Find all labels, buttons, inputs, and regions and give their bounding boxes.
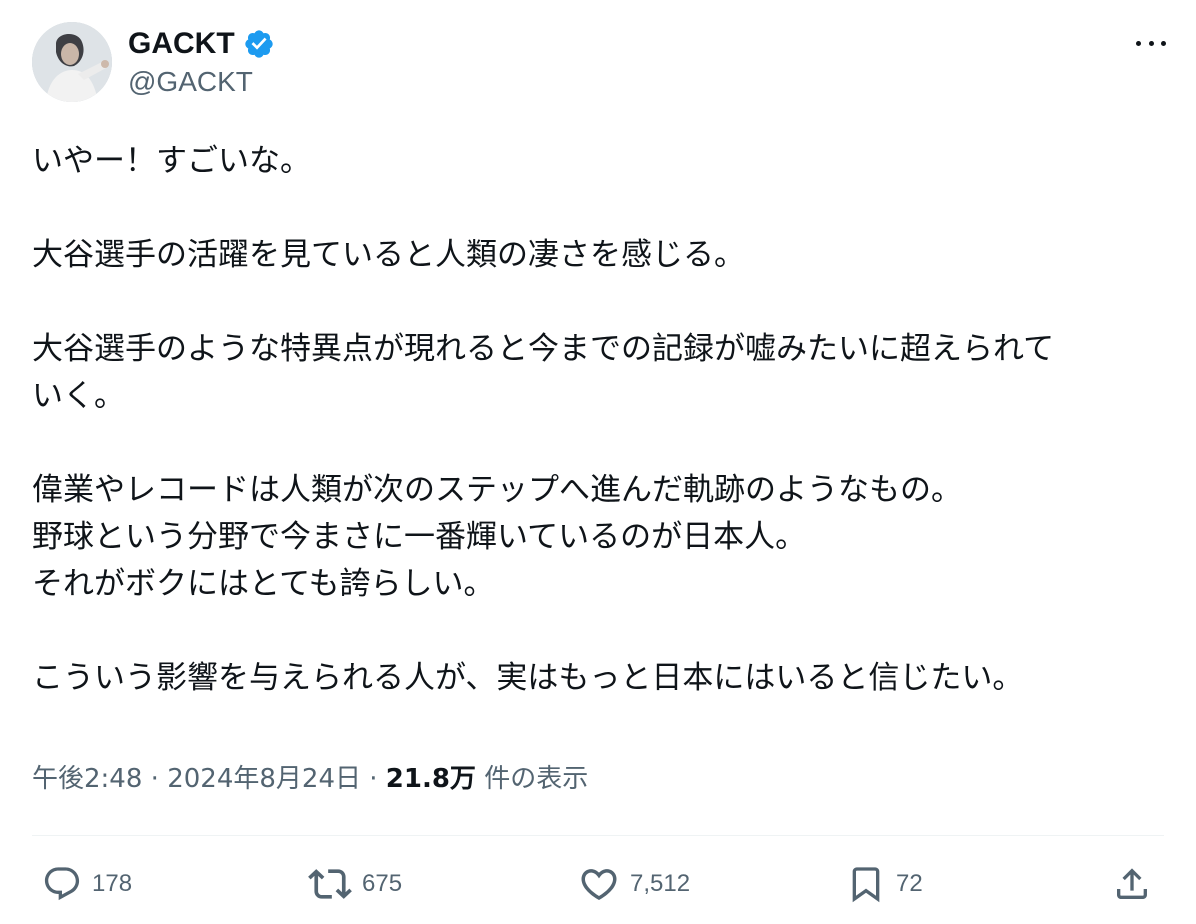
tweet-line: 偉業やレコードは人類が次のステップへ進んだ軌跡のようなもの。 <box>32 472 962 508</box>
heart-icon <box>581 869 617 901</box>
display-name[interactable]: GACKT <box>128 27 235 61</box>
meta-separator: · <box>142 764 168 794</box>
tweet-meta: 午後2:48 · 2024年8月24日 · 21.8万 件の表示 <box>32 758 588 795</box>
repost-count: 675 <box>362 870 403 897</box>
bookmark-button[interactable]: 72 <box>846 856 923 912</box>
action-bar: 178 675 7,512 72 <box>0 856 1196 912</box>
tweet-line: いく。 <box>32 378 125 414</box>
tweet-time[interactable]: 午後2:48 <box>32 764 142 794</box>
divider <box>32 835 1164 836</box>
handle[interactable]: @GACKT <box>128 66 253 98</box>
bookmark-icon <box>852 867 880 903</box>
like-count: 7,512 <box>630 870 691 897</box>
more-icon[interactable] <box>1136 30 1166 56</box>
tweet-date[interactable]: 2024年8月24日 <box>167 764 361 794</box>
verified-badge-icon <box>243 28 275 60</box>
reply-icon <box>44 867 80 901</box>
tweet-line: それがボクにはとても誇らしい。 <box>32 566 495 602</box>
reply-button[interactable]: 178 <box>42 856 132 912</box>
tweet-line-blank <box>32 185 1172 232</box>
tweet-card: GACKT @GACKT いやー！すごいな。 大谷選手の活躍を見ていると人類の凄… <box>0 0 1196 924</box>
tweet-line: 大谷選手の活躍を見ていると人類の凄さを感じる。 <box>32 237 745 273</box>
repost-icon <box>308 869 352 899</box>
bookmark-count: 72 <box>896 870 923 897</box>
views-label: 件の表示 <box>475 764 589 794</box>
name-row: GACKT <box>128 24 275 64</box>
avatar-image <box>32 22 112 102</box>
repost-button[interactable]: 675 <box>308 856 402 912</box>
like-button[interactable]: 7,512 <box>578 856 690 912</box>
views-count[interactable]: 21.8万 <box>386 764 476 794</box>
tweet-line: こういう影響を与えられる人が、実はもっと日本にはいると信じたい。 <box>32 660 1024 696</box>
share-button[interactable] <box>1112 856 1152 912</box>
reply-count: 178 <box>92 870 133 897</box>
share-icon <box>1117 868 1147 899</box>
tweet-line: いやー！すごいな。 <box>32 143 311 179</box>
tweet-line-blank <box>32 420 1172 467</box>
tweet-line: 大谷選手のような特異点が現れると今までの記録が嘘みたいに超えられて <box>32 331 1055 367</box>
tweet-text: いやー！すごいな。 大谷選手の活躍を見ていると人類の凄さを感じる。 大谷選手のよ… <box>32 138 1172 702</box>
tweet-line-blank <box>32 608 1172 655</box>
meta-separator: · <box>360 764 386 794</box>
avatar[interactable] <box>32 22 112 102</box>
tweet-line-blank <box>32 279 1172 326</box>
tweet-line: 野球という分野で今まさに一番輝いているのが日本人。 <box>32 519 807 555</box>
